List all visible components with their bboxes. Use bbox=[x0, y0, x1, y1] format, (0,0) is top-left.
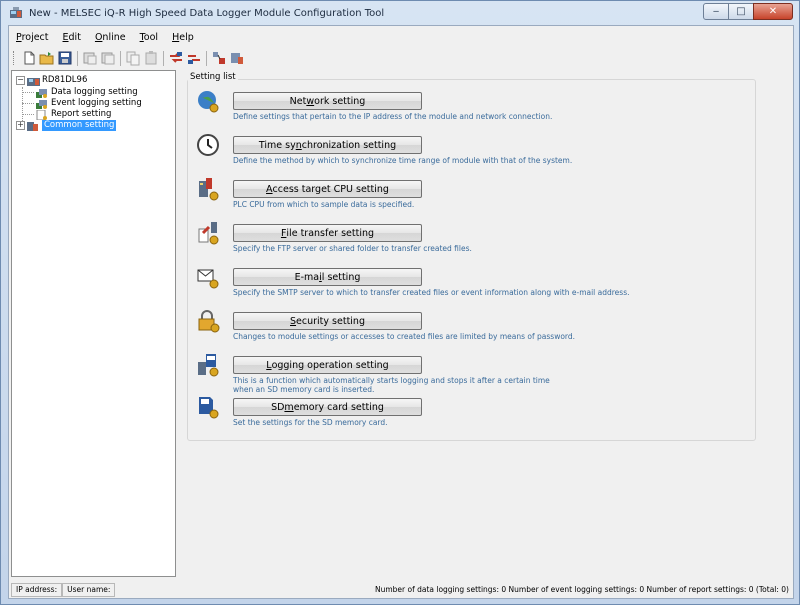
security-setting-description: Changes to module settings or accesses t… bbox=[233, 332, 576, 341]
tree-connector bbox=[22, 103, 34, 104]
sd-memory-card-setting-description: Set the settings for the SD memory card. bbox=[233, 418, 388, 427]
sd-card-icon bbox=[196, 395, 220, 419]
menu-bar: Project Edit Online Tool Help bbox=[9, 30, 201, 46]
access-target-cpu-setting-description: PLC CPU from which to sample data is spe… bbox=[233, 200, 415, 209]
connect-icon[interactable] bbox=[168, 50, 184, 66]
tree-item-report[interactable]: Report setting bbox=[36, 109, 111, 120]
toolbar-separator bbox=[206, 50, 207, 66]
project-tree: − RD81DL96 Data logging setting Event lo… bbox=[11, 70, 176, 577]
client-area: Project Edit Online Tool Help − RD81DL96… bbox=[8, 25, 794, 599]
status-bar: IP address: User name: Number of data lo… bbox=[11, 582, 793, 598]
tree-item-label: Data logging setting bbox=[51, 87, 138, 97]
tree-item-label: Common setting bbox=[42, 120, 117, 131]
tree-item-label: Event logging setting bbox=[51, 98, 142, 108]
email-setting-button[interactable]: E-ma i l setting bbox=[233, 268, 422, 286]
toolbar-separator bbox=[77, 50, 78, 66]
minimize-button[interactable]: ‒ bbox=[703, 3, 729, 20]
write-to-module-icon[interactable] bbox=[100, 50, 116, 66]
tree-connector bbox=[22, 114, 34, 115]
email-icon bbox=[196, 265, 220, 289]
toolbar-separator bbox=[120, 50, 121, 66]
user-name-field: User name: bbox=[62, 583, 116, 597]
tree-item-common[interactable]: + Common setting bbox=[16, 120, 117, 131]
diagnostics-icon[interactable] bbox=[211, 50, 227, 66]
logging-operation-icon bbox=[196, 353, 220, 377]
close-button[interactable]: ✕ bbox=[753, 3, 793, 20]
open-folder-icon[interactable] bbox=[39, 50, 55, 66]
module-icon bbox=[27, 76, 40, 86]
tree-root-label: RD81DL96 bbox=[42, 75, 88, 85]
application-window: New - MELSEC iQ-R High Speed Data Logger… bbox=[0, 0, 800, 605]
email-setting-row: E-ma i l setting Specify the SMTP server t… bbox=[196, 265, 756, 305]
time-sync-setting-button[interactable]: Time sy n chronization setting bbox=[233, 136, 422, 154]
title-bar[interactable]: New - MELSEC iQ-R High Speed Data Logger… bbox=[1, 1, 799, 25]
tree-item-data-logging[interactable]: Data logging setting bbox=[36, 87, 138, 98]
file-transfer-setting-description: Specify the FTP server or shared folder … bbox=[233, 244, 472, 253]
copy-icon[interactable] bbox=[125, 50, 141, 66]
access-target-cpu-setting-row: Access target CPU setting PLC CPU from w… bbox=[196, 177, 756, 217]
toolbar bbox=[9, 48, 259, 68]
menu-edit[interactable]: Edit bbox=[56, 30, 88, 46]
sd-memory-card-setting-button[interactable]: SD m emory card setting bbox=[233, 398, 422, 416]
read-from-module-icon[interactable] bbox=[82, 50, 98, 66]
network-setting-description: Define settings that pertain to the IP a… bbox=[233, 112, 553, 121]
setting-list-label: Setting list bbox=[188, 72, 238, 82]
network-setting-button[interactable]: Net w ork setting bbox=[233, 92, 422, 110]
cpu-icon bbox=[196, 177, 220, 201]
time-sync-setting-row: Time sy n chronization setting Define the … bbox=[196, 133, 756, 173]
menu-online[interactable]: Online bbox=[88, 30, 133, 46]
security-setting-button[interactable]: Security setting bbox=[233, 312, 422, 330]
clock-icon bbox=[196, 133, 220, 157]
access-target-cpu-setting-button[interactable]: Access target CPU setting bbox=[233, 180, 422, 198]
maximize-button[interactable]: □ bbox=[728, 3, 754, 20]
logging-operation-setting-row: Logging operation setting This is a func… bbox=[196, 353, 756, 394]
sd-memory-card-setting-row: SD m emory card setting Set the settings … bbox=[196, 395, 756, 435]
window-title: New - MELSEC iQ-R High Speed Data Logger… bbox=[29, 7, 385, 19]
menu-help[interactable]: Help bbox=[165, 30, 201, 46]
event-logging-icon bbox=[36, 99, 48, 109]
network-setting-row: Net w ork setting Define settings that per… bbox=[196, 89, 756, 129]
file-transfer-setting-row: File transfer setting Specify the FTP se… bbox=[196, 221, 756, 261]
paste-icon[interactable] bbox=[143, 50, 159, 66]
expand-icon[interactable]: + bbox=[16, 121, 25, 130]
network-icon bbox=[196, 89, 220, 113]
collapse-icon[interactable]: − bbox=[16, 76, 25, 85]
toolbar-grip[interactable] bbox=[13, 51, 16, 65]
lock-icon bbox=[196, 309, 220, 333]
disconnect-icon[interactable] bbox=[186, 50, 202, 66]
toolbar-separator bbox=[163, 50, 164, 66]
time-sync-setting-description: Define the method by which to synchroniz… bbox=[233, 156, 573, 165]
file-transfer-setting-button[interactable]: File transfer setting bbox=[233, 224, 422, 242]
save-icon[interactable] bbox=[57, 50, 73, 66]
new-file-icon[interactable] bbox=[21, 50, 37, 66]
tree-item-label: Report setting bbox=[51, 109, 112, 119]
email-setting-description: Specify the SMTP server to which to tran… bbox=[233, 288, 630, 297]
setting-list-group: Net w ork setting Define settings that per… bbox=[187, 79, 756, 441]
common-setting-icon bbox=[27, 121, 39, 131]
menu-tool[interactable]: Tool bbox=[133, 30, 165, 46]
menu-project[interactable]: Project bbox=[9, 30, 56, 46]
ip-address-field: IP address: bbox=[11, 583, 63, 597]
file-transfer-icon bbox=[196, 221, 220, 245]
tree-connector bbox=[22, 92, 34, 93]
data-logging-icon bbox=[36, 88, 48, 98]
tree-item-event-logging[interactable]: Event logging setting bbox=[36, 98, 142, 109]
logging-operation-setting-description: This is a function which automatically s… bbox=[233, 376, 550, 394]
settings-summary: Number of data logging settings: 0 Numbe… bbox=[374, 585, 789, 594]
setting-list-panel: Net w ork setting Define settings that per… bbox=[180, 70, 793, 577]
tree-root-rd81dl96[interactable]: − RD81DL96 bbox=[16, 75, 87, 86]
report-icon bbox=[36, 109, 48, 120]
module-info-icon[interactable] bbox=[229, 50, 245, 66]
security-setting-row: Security setting Changes to module setti… bbox=[196, 309, 756, 349]
app-icon bbox=[9, 7, 23, 19]
logging-operation-setting-button[interactable]: Logging operation setting bbox=[233, 356, 422, 374]
